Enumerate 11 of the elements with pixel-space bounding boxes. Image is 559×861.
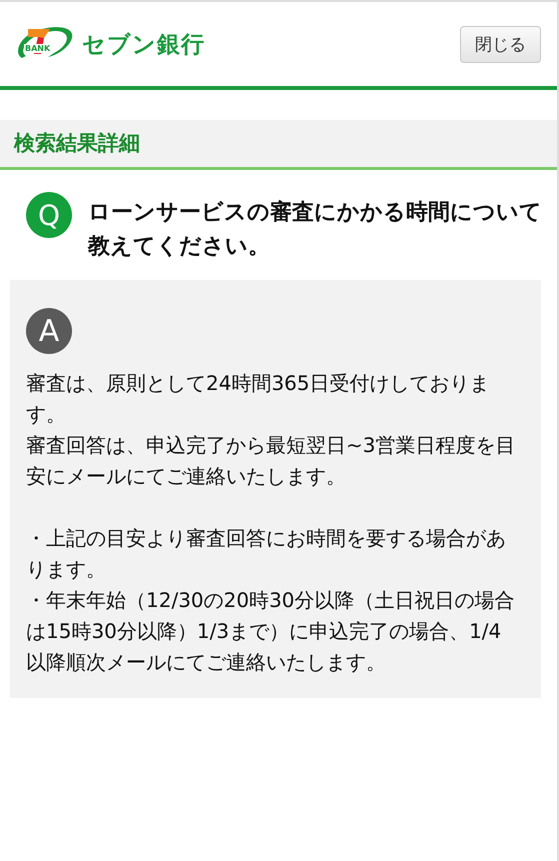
logo-badge-text: BANK xyxy=(24,44,52,53)
answer-text: 審査は、原則として24時間365日受付けしております。 xyxy=(26,370,491,428)
answer-text: ・年末年始（12/30の20時30分以降（土日祝日の場合は15時30分以降）1/3まで）に申込完了の場合、1/4以降順次メールにてご連絡いたします。 xyxy=(26,587,516,676)
section-title: 検索結果詳細 xyxy=(0,120,557,170)
answer-icon: A xyxy=(26,308,72,354)
answer-text: ・上記の目安より審査回答にお時間を要する場合があります。 xyxy=(26,525,507,584)
logo-text: セブン銀行 xyxy=(82,30,205,60)
question-icon: Q xyxy=(26,192,72,238)
question-text: ローンサービスの審査にかかる時間について教えてください。 xyxy=(88,198,543,262)
answer-text: 審査回答は、申込完了から最短翌日~3営業日程度を目安にメールにてご連絡いたします。 xyxy=(26,432,516,490)
close-button[interactable]: 閉じる xyxy=(460,26,541,62)
